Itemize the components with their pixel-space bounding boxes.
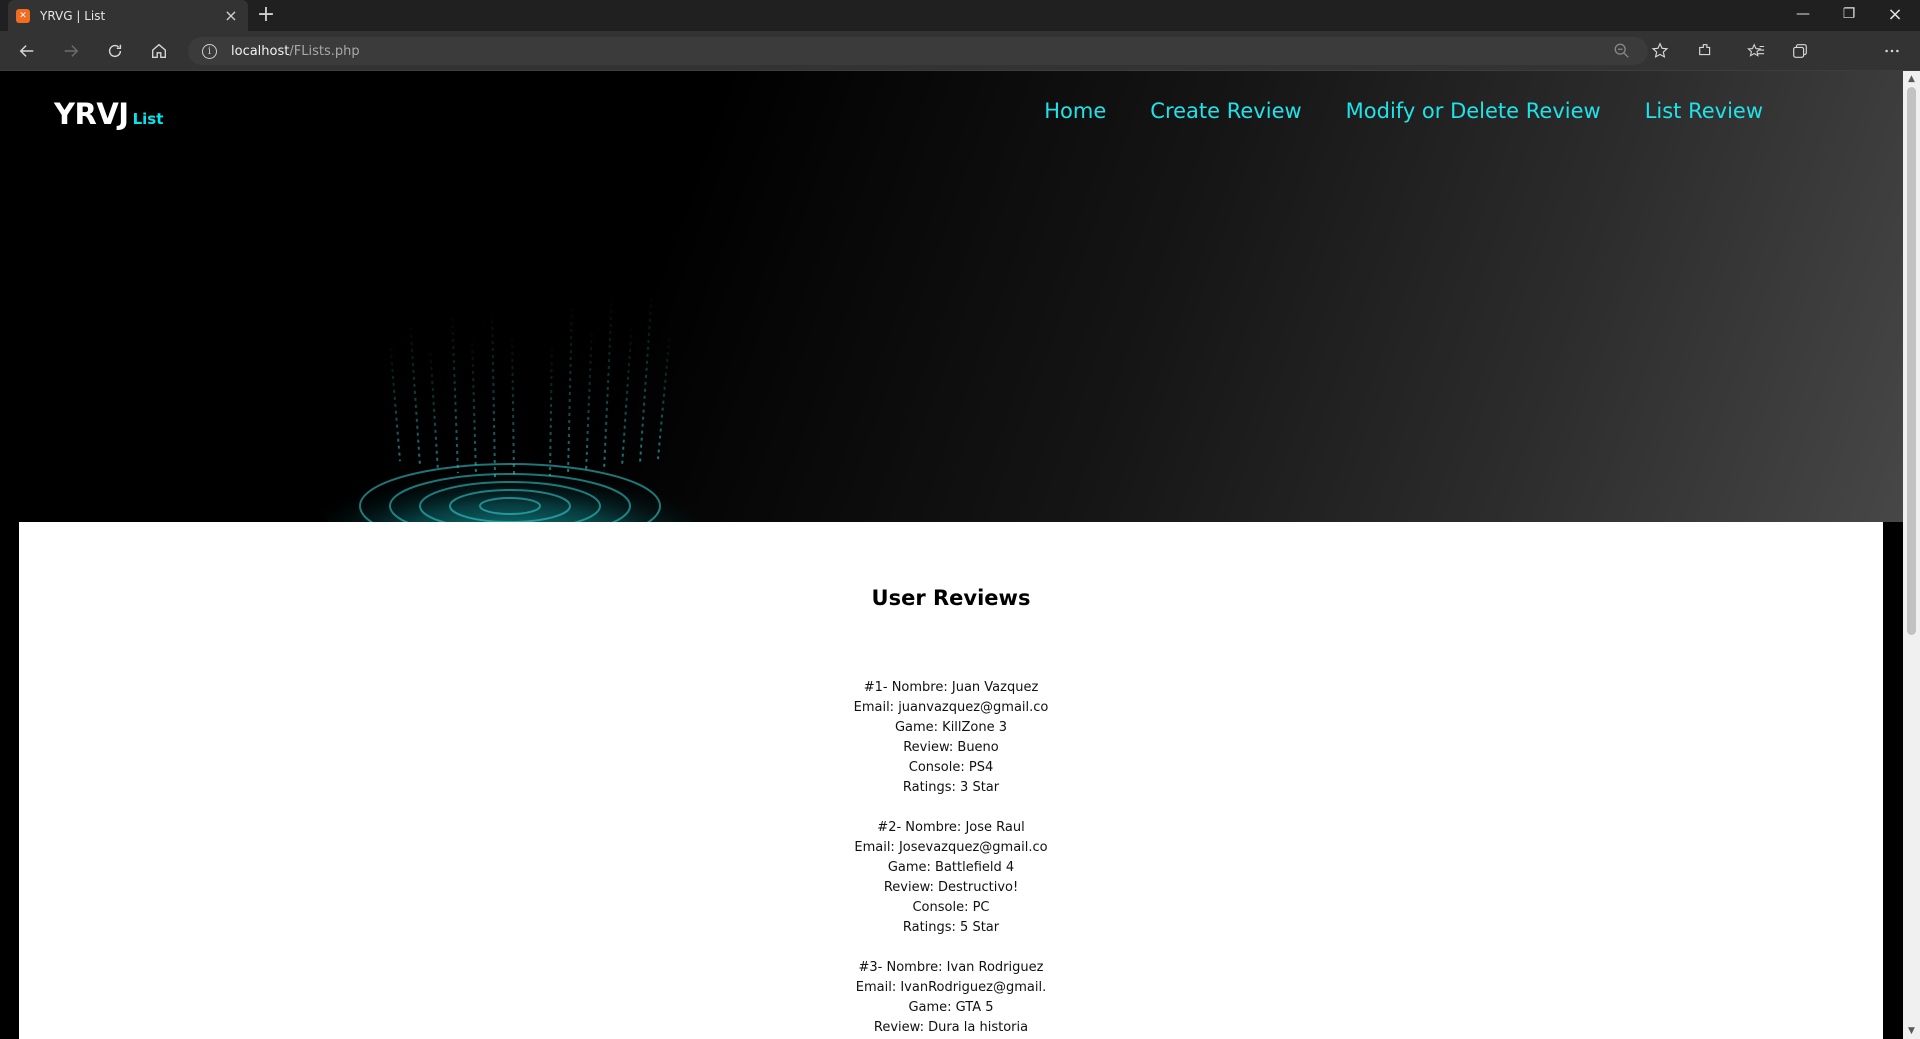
site-info-icon[interactable]: i bbox=[202, 43, 217, 59]
favorites-icon[interactable] bbox=[1742, 37, 1770, 65]
review-email: Email: IvanRodriguez@gmail. bbox=[855, 980, 1047, 995]
review-console: Console: PC bbox=[912, 900, 990, 915]
scroll-down-arrow-icon[interactable]: ▼ bbox=[1903, 1023, 1920, 1039]
scrollbar-thumb[interactable] bbox=[1907, 87, 1916, 635]
nav-create-review-link[interactable]: Create Review bbox=[1150, 99, 1301, 123]
review-game: Game: GTA 5 bbox=[908, 1000, 994, 1015]
new-tab-icon[interactable]: + bbox=[254, 3, 278, 27]
close-tab-icon[interactable]: × bbox=[222, 6, 240, 25]
url-host: localhost bbox=[231, 43, 290, 59]
nav-home-link[interactable]: Home bbox=[1044, 99, 1106, 123]
review-email: Email: juanvazquez@gmail.co bbox=[853, 700, 1049, 715]
page-viewport: YRVJ List Home Create Review Modify or De… bbox=[0, 71, 1903, 1039]
page-scrollbar[interactable]: ▲ ▼ bbox=[1903, 71, 1920, 1039]
window-close-icon[interactable]: × bbox=[1872, 0, 1918, 31]
review-game: Game: KillZone 3 bbox=[894, 720, 1008, 735]
review-console: Console: PS4 bbox=[908, 760, 994, 775]
home-icon[interactable] bbox=[145, 37, 173, 65]
address-bar[interactable]: i localhost /FLists.php bbox=[188, 37, 1648, 65]
logo-sub-text: List bbox=[132, 110, 164, 128]
review-item: #2- Nombre: Jose Raul Email: Josevazquez… bbox=[19, 818, 1883, 938]
review-list: #1- Nombre: Juan Vazquez Email: juanvazq… bbox=[19, 678, 1883, 1039]
review-email: Email: Josevazquez@gmail.co bbox=[854, 840, 1048, 855]
review-item: #3- Nombre: Ivan Rodriguez Email: IvanRo… bbox=[19, 958, 1883, 1038]
review-item: #1- Nombre: Juan Vazquez Email: juanvazq… bbox=[19, 678, 1883, 798]
more-options-icon[interactable] bbox=[1878, 37, 1906, 65]
review-header: #3- Nombre: Ivan Rodriguez bbox=[858, 960, 1044, 975]
browser-toolbar: i localhost /FLists.php bbox=[0, 31, 1920, 93]
review-text: Review: Bueno bbox=[903, 740, 999, 755]
review-ratings: Ratings: 5 Star bbox=[902, 920, 1000, 935]
digital-fingerprint-art bbox=[320, 290, 700, 522]
hero-banner: YRVJ List Home Create Review Modify or De… bbox=[0, 71, 1903, 522]
review-header: #2- Nombre: Jose Raul bbox=[877, 820, 1025, 835]
forward-icon[interactable] bbox=[57, 37, 85, 65]
page-title: User Reviews bbox=[871, 586, 1031, 610]
nav-modify-delete-review-link[interactable]: Modify or Delete Review bbox=[1346, 99, 1601, 123]
scroll-up-arrow-icon[interactable]: ▲ bbox=[1903, 71, 1920, 87]
favorite-add-icon[interactable] bbox=[1646, 37, 1674, 65]
extensions-icon[interactable] bbox=[1692, 37, 1720, 65]
site-logo[interactable]: YRVJ List bbox=[54, 97, 163, 131]
collections-icon[interactable] bbox=[1786, 37, 1814, 65]
review-ratings: Ratings: 3 Star bbox=[902, 780, 1000, 795]
main-navigation: Home Create Review Modify or Delete Revi… bbox=[1044, 99, 1763, 123]
nav-list-review-link[interactable]: List Review bbox=[1645, 99, 1763, 123]
tab-title: YRVG | List bbox=[40, 8, 106, 23]
back-icon[interactable] bbox=[13, 37, 41, 65]
restore-icon[interactable]: ❐ bbox=[1826, 0, 1872, 31]
zoom-out-icon[interactable] bbox=[1608, 37, 1636, 65]
review-text: Review: Dura la historia bbox=[873, 1020, 1029, 1035]
refresh-icon[interactable] bbox=[101, 37, 129, 65]
logo-main-text: YRVJ bbox=[54, 97, 129, 131]
review-text: Review: Destructivo! bbox=[883, 880, 1019, 895]
minimize-icon[interactable]: — bbox=[1780, 0, 1826, 31]
review-game: Game: Battlefield 4 bbox=[887, 860, 1015, 875]
review-header: #1- Nombre: Juan Vazquez bbox=[863, 680, 1039, 695]
xampp-favicon-icon: ✕ bbox=[16, 8, 30, 23]
tab-strip: ✕ YRVG | List × + — ❐ × bbox=[0, 0, 1920, 31]
reviews-section: User Reviews #1- Nombre: Juan Vazquez Em… bbox=[19, 522, 1883, 1039]
url-path: /FLists.php bbox=[289, 43, 360, 59]
browser-tab[interactable]: ✕ YRVG | List × bbox=[8, 0, 248, 31]
